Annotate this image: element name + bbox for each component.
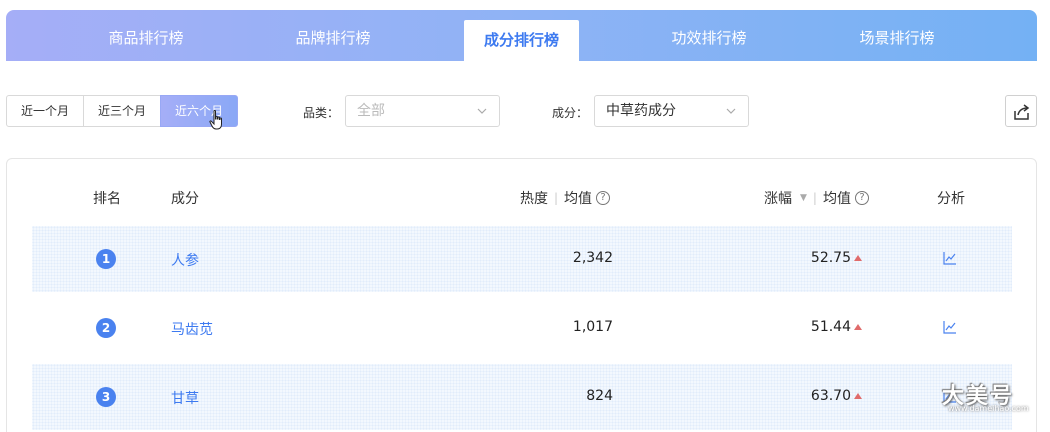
chevron-down-icon <box>726 108 736 114</box>
rise-value-cell: 63.70 <box>811 388 862 404</box>
period-toggle-group: 近一个月 近三个月 近六个月 <box>6 95 239 127</box>
heat-value: 2,342 <box>572 250 613 266</box>
header-heat-avg: 均值 <box>564 191 593 207</box>
trend-chart-icon[interactable] <box>943 251 957 265</box>
export-button[interactable] <box>1005 95 1037 127</box>
rank-badge: 1 <box>96 249 116 269</box>
rank-badge: 3 <box>96 387 116 407</box>
help-icon[interactable]: ? <box>596 191 611 205</box>
category-label: 品类： <box>303 106 340 120</box>
watermark-url: www.dameihao.com <box>948 404 1029 413</box>
table-row: 3 甘草 824 63.70 <box>32 364 1012 430</box>
category-select-value: 全部 <box>357 103 385 119</box>
header-rank: 排名 <box>93 191 121 207</box>
ingredient-name-link[interactable]: 马齿苋 <box>171 319 213 339</box>
table-row: 1 人参 2,342 52.75 <box>32 226 1012 292</box>
header-separator: | <box>812 191 817 205</box>
rise-value-cell: 52.75 <box>811 250 862 266</box>
tab-scene-ranking[interactable]: 场景排行榜 <box>824 10 970 61</box>
ingredient-select[interactable]: 中草药成分 <box>594 95 749 127</box>
period-3-months-button[interactable]: 近三个月 <box>83 95 162 127</box>
tab-product-ranking[interactable]: 商品排行榜 <box>73 10 219 61</box>
heat-value: 824 <box>586 388 613 404</box>
share-export-icon <box>1014 104 1030 120</box>
heat-value: 1,017 <box>572 319 613 335</box>
period-1-month-button[interactable]: 近一个月 <box>6 95 85 127</box>
chevron-down-icon <box>477 108 487 114</box>
trend-up-icon <box>854 393 862 399</box>
header-rise: 涨幅 ▼ | 均值 ? <box>764 188 869 208</box>
category-select[interactable]: 全部 <box>345 95 500 127</box>
trend-chart-icon[interactable] <box>943 320 957 334</box>
header-ingredient: 成分 <box>171 191 199 207</box>
tab-efficacy-ranking[interactable]: 功效排行榜 <box>636 10 782 61</box>
rise-value: 63.70 <box>810 388 851 404</box>
trend-up-icon <box>854 255 862 261</box>
ingredient-select-value: 中草药成分 <box>606 103 676 119</box>
table-row: 2 马齿苋 1,017 51.44 <box>32 295 1012 361</box>
rise-value: 51.44 <box>810 319 851 335</box>
ingredient-name-link[interactable]: 甘草 <box>171 388 199 408</box>
header-separator: | <box>554 191 559 205</box>
hand-cursor-icon <box>209 110 222 130</box>
header-rise-avg: 均值 <box>822 191 851 207</box>
rise-value: 52.75 <box>810 250 851 266</box>
trend-up-icon <box>854 324 862 330</box>
ingredient-name-link[interactable]: 人参 <box>171 250 199 270</box>
tab-brand-ranking[interactable]: 品牌排行榜 <box>260 10 406 61</box>
header-rise-label[interactable]: 涨幅 <box>764 188 792 208</box>
rank-badge: 2 <box>96 318 116 338</box>
ranking-tab-bar: 商品排行榜 品牌排行榜 成分排行榜 功效排行榜 场景排行榜 <box>6 10 1037 61</box>
period-6-months-button[interactable]: 近六个月 <box>160 95 239 127</box>
header-analysis: 分析 <box>937 191 965 207</box>
sort-down-icon[interactable]: ▼ <box>800 193 807 203</box>
rise-value-cell: 51.44 <box>811 319 862 335</box>
help-icon[interactable]: ? <box>854 191 869 205</box>
header-heat-label[interactable]: 热度 <box>520 188 548 208</box>
ingredient-label: 成分： <box>552 106 589 120</box>
header-heat: 热度 | 均值 ? <box>520 188 611 208</box>
tab-ingredient-ranking[interactable]: 成分排行榜 <box>464 20 579 61</box>
